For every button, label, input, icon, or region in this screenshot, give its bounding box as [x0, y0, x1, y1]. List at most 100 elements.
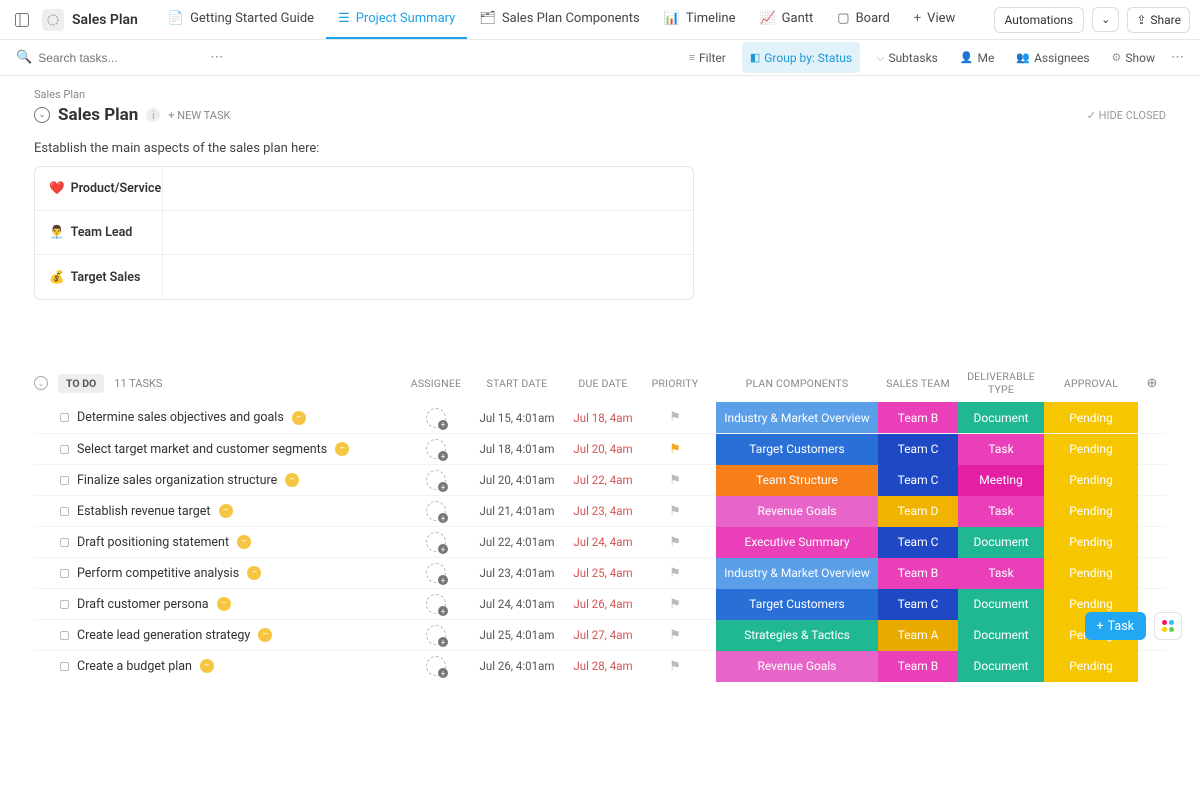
info-icon[interactable]: i	[146, 108, 160, 122]
deliverable-pill[interactable]: Document	[958, 402, 1044, 433]
col-approval[interactable]: Approval	[1044, 377, 1138, 390]
col-start-date[interactable]: Start Date	[472, 377, 562, 390]
me-button[interactable]: 👤Me	[954, 48, 1001, 68]
approval-pill[interactable]: Pending	[1044, 651, 1138, 682]
workspace-icon[interactable]	[42, 9, 64, 31]
subtask-badge-icon[interactable]: –	[219, 504, 233, 518]
task-row[interactable]: Establish revenue target – Jul 21, 4:01a…	[34, 495, 1166, 526]
sales-team-pill[interactable]: Team B	[878, 558, 958, 589]
show-button[interactable]: ⚙Show	[1106, 48, 1161, 68]
sales-team-pill[interactable]: Team B	[878, 651, 958, 682]
approval-pill[interactable]: Pending	[1044, 558, 1138, 589]
priority-flag-icon[interactable]: ⚑	[644, 410, 706, 425]
hide-closed-button[interactable]: ✓ HIDE CLOSED	[1087, 109, 1166, 122]
status-checkbox[interactable]	[60, 569, 69, 578]
due-date-cell[interactable]: Jul 23, 4am	[562, 504, 644, 518]
deliverable-pill[interactable]: Document	[958, 589, 1044, 620]
sidebar-toggle-icon[interactable]	[10, 8, 34, 32]
approval-pill[interactable]: Pending	[1044, 496, 1138, 527]
priority-flag-icon[interactable]: ⚑	[644, 659, 706, 674]
status-checkbox[interactable]	[60, 413, 69, 422]
tab-sales-plan-components[interactable]: 🗂Sales Plan Components	[467, 0, 651, 39]
plan-component-pill[interactable]: Team Structure	[716, 465, 878, 496]
deliverable-pill[interactable]: Task	[958, 434, 1044, 465]
start-date-cell[interactable]: Jul 25, 4:01am	[472, 628, 562, 642]
assignee-avatar-icon[interactable]	[426, 470, 446, 490]
collapse-caret-icon[interactable]: ⌄	[34, 107, 50, 123]
task-name[interactable]: Draft positioning statement	[77, 535, 229, 550]
task-name[interactable]: Determine sales objectives and goals	[77, 410, 284, 425]
assignee-cell[interactable]	[400, 594, 472, 614]
assignee-cell[interactable]	[400, 656, 472, 676]
priority-flag-icon[interactable]: ⚑	[644, 566, 706, 581]
priority-flag-icon[interactable]: ⚑	[644, 504, 706, 519]
task-name[interactable]: Select target market and customer segmen…	[77, 442, 327, 457]
start-date-cell[interactable]: Jul 23, 4:01am	[472, 566, 562, 580]
sales-team-pill[interactable]: Team D	[878, 496, 958, 527]
task-row[interactable]: Select target market and customer segmen…	[34, 433, 1166, 464]
plan-component-pill[interactable]: Target Customers	[716, 589, 878, 620]
task-name[interactable]: Draft customer persona	[77, 597, 209, 612]
status-checkbox[interactable]	[60, 631, 69, 640]
more-icon[interactable]: ⋯	[1171, 50, 1184, 65]
assignee-cell[interactable]	[400, 501, 472, 521]
due-date-cell[interactable]: Jul 28, 4am	[562, 659, 644, 673]
assignee-avatar-icon[interactable]	[426, 625, 446, 645]
due-date-cell[interactable]: Jul 26, 4am	[562, 597, 644, 611]
deliverable-pill[interactable]: Document	[958, 651, 1044, 682]
assignee-cell[interactable]	[400, 439, 472, 459]
assignee-avatar-icon[interactable]	[426, 656, 446, 676]
start-date-cell[interactable]: Jul 22, 4:01am	[472, 535, 562, 549]
tab-gantt[interactable]: 📈Gantt	[747, 0, 825, 39]
status-checkbox[interactable]	[60, 600, 69, 609]
sales-team-pill[interactable]: Team C	[878, 434, 958, 465]
assignee-avatar-icon[interactable]	[426, 532, 446, 552]
task-row[interactable]: Draft customer persona – Jul 24, 4:01am …	[34, 588, 1166, 619]
assignee-cell[interactable]	[400, 563, 472, 583]
deliverable-pill[interactable]: Meeting	[958, 465, 1044, 496]
plan-component-pill[interactable]: Industry & Market Overview	[716, 558, 878, 589]
start-date-cell[interactable]: Jul 15, 4:01am	[472, 411, 562, 425]
due-date-cell[interactable]: Jul 24, 4am	[562, 535, 644, 549]
plan-component-pill[interactable]: Industry & Market Overview	[716, 402, 878, 433]
start-date-cell[interactable]: Jul 20, 4:01am	[472, 473, 562, 487]
start-date-cell[interactable]: Jul 24, 4:01am	[472, 597, 562, 611]
deliverable-pill[interactable]: Document	[958, 527, 1044, 558]
automations-chevron-icon[interactable]: ⌄	[1092, 7, 1119, 32]
task-name[interactable]: Finalize sales organization structure	[77, 473, 277, 488]
tab-project-summary[interactable]: ☰Project Summary	[326, 0, 467, 39]
priority-flag-icon[interactable]: ⚑	[644, 535, 706, 550]
due-date-cell[interactable]: Jul 20, 4am	[562, 442, 644, 456]
task-row[interactable]: Finalize sales organization structure – …	[34, 464, 1166, 495]
col-due-date[interactable]: Due Date	[562, 377, 644, 390]
sales-team-pill[interactable]: Team C	[878, 589, 958, 620]
plan-component-pill[interactable]: Strategies & Tactics	[716, 620, 878, 651]
sales-team-pill[interactable]: Team C	[878, 527, 958, 558]
subtask-badge-icon[interactable]: –	[258, 628, 272, 642]
assignee-avatar-icon[interactable]	[426, 563, 446, 583]
assignee-avatar-icon[interactable]	[426, 501, 446, 521]
plan-component-pill[interactable]: Executive Summary	[716, 527, 878, 558]
status-checkbox[interactable]	[60, 507, 69, 516]
assignee-avatar-icon[interactable]	[426, 408, 446, 428]
subtask-badge-icon[interactable]: –	[285, 473, 299, 487]
apps-fab[interactable]	[1154, 612, 1182, 640]
tab-getting-started-guide[interactable]: 📄Getting Started Guide	[156, 0, 326, 39]
approval-pill[interactable]: Pending	[1044, 434, 1138, 465]
due-date-cell[interactable]: Jul 27, 4am	[562, 628, 644, 642]
new-task-link[interactable]: + NEW TASK	[168, 109, 230, 122]
task-name[interactable]: Create lead generation strategy	[77, 628, 250, 643]
tab-view[interactable]: +View	[902, 0, 968, 39]
plan-component-pill[interactable]: Revenue Goals	[716, 651, 878, 682]
priority-flag-icon[interactable]: ⚑	[644, 628, 706, 643]
status-pill[interactable]: TO DO	[58, 374, 104, 393]
priority-flag-icon[interactable]: ⚑	[644, 473, 706, 488]
subtask-badge-icon[interactable]: –	[292, 411, 306, 425]
col-sales-team[interactable]: Sales Team	[878, 377, 958, 390]
search-more-icon[interactable]: ⋯	[204, 50, 229, 65]
task-row[interactable]: Draft positioning statement – Jul 22, 4:…	[34, 526, 1166, 557]
assignees-button[interactable]: 👥Assignees	[1010, 48, 1095, 68]
approval-pill[interactable]: Pending	[1044, 527, 1138, 558]
status-checkbox[interactable]	[60, 445, 69, 454]
due-date-cell[interactable]: Jul 25, 4am	[562, 566, 644, 580]
